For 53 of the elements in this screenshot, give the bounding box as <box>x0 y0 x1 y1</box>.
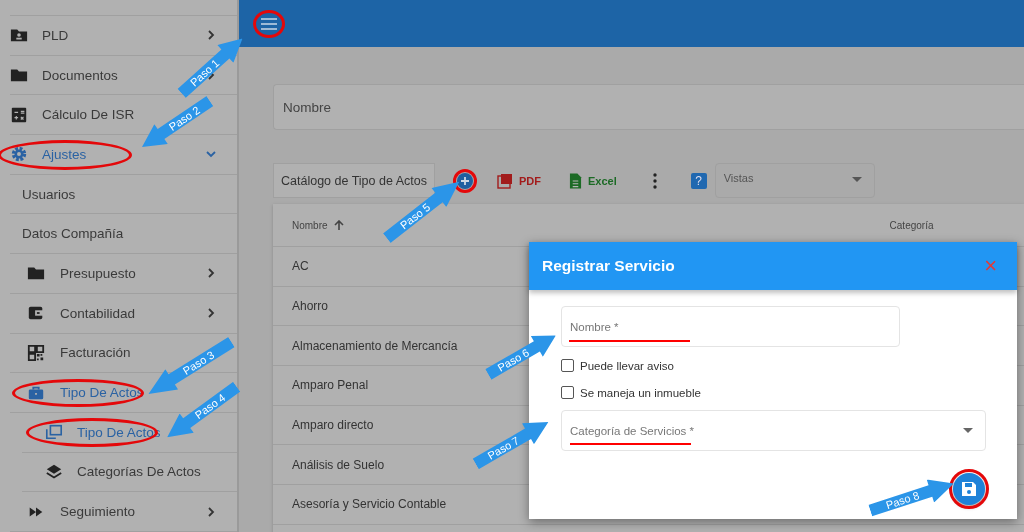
sidebar-item[interactable]: Categorías De Actos <box>77 464 201 480</box>
qr-icon <box>27 343 45 362</box>
checkbox-label: Se maneja un inmueble <box>580 386 701 399</box>
library-icon <box>45 423 63 442</box>
name-input-field[interactable]: Nombre * <box>561 306 900 347</box>
checkbox[interactable] <box>561 386 574 399</box>
sidebar-item[interactable]: Contabilidad <box>60 305 136 321</box>
name-filter-field[interactable]: Nombre <box>273 84 1024 130</box>
table-cell: Almacenamiento de Mercancía <box>292 338 458 353</box>
column-header[interactable]: Nombre <box>292 219 328 231</box>
more-options-icon[interactable] <box>652 172 657 189</box>
sort-up-arrow-icon[interactable] <box>333 220 344 230</box>
sidebar-item[interactable]: Datos Compañía <box>22 226 124 242</box>
table-cell: Amparo Penal <box>292 378 369 393</box>
add-icon[interactable] <box>456 172 473 189</box>
sidebar-item[interactable]: Cálculo De ISR <box>42 107 135 123</box>
menu-icon[interactable] <box>261 17 277 30</box>
dropdown-caret-icon <box>851 177 862 182</box>
chevron-right-icon[interactable] <box>205 267 217 280</box>
category-select[interactable]: Categoría de Servicios * <box>561 410 986 451</box>
chevron-right-icon[interactable] <box>205 307 217 320</box>
column-header[interactable]: Categoría <box>889 219 934 231</box>
table-cell: Asesoría y Servicio Contable <box>292 497 447 512</box>
chevron-right-icon[interactable] <box>205 29 217 42</box>
highlight-circle <box>949 469 989 509</box>
dialog-title: Registrar Servicio <box>542 257 675 275</box>
save-button[interactable] <box>953 473 985 505</box>
dropdown-caret-icon <box>963 428 973 433</box>
sidebar-item[interactable]: Ajustes <box>42 146 87 162</box>
table-cell: Análisis de Suelo <box>292 457 385 472</box>
checkbox[interactable] <box>561 359 574 372</box>
pdf-button[interactable]: PDF <box>496 172 541 189</box>
help-button[interactable]: ? <box>690 172 707 189</box>
calculator-icon <box>10 105 28 124</box>
sidebar-item[interactable]: PLD <box>42 27 69 43</box>
layers-icon <box>45 462 63 481</box>
sidebar-item[interactable]: Documentos <box>42 67 118 83</box>
views-select[interactable]: Vistas <box>714 163 875 198</box>
chevron-right-icon[interactable] <box>205 505 217 518</box>
gear-icon <box>10 145 28 164</box>
table-cell: Amparo directo <box>292 418 374 433</box>
checkbox-label: Puede llevar aviso <box>580 359 674 372</box>
table-cell: AC <box>292 259 309 274</box>
sidebar-item[interactable]: Facturación <box>60 345 131 361</box>
sidebar-item[interactable]: Presupuesto <box>60 265 136 281</box>
pdf-file-icon <box>496 172 513 189</box>
excel-button[interactable]: Excel <box>568 172 617 189</box>
sidebar-item[interactable]: Seguimiento <box>60 504 136 520</box>
spreadsheet-icon <box>568 172 582 189</box>
catalog-title: Catálogo de Tipo de Actos <box>273 163 435 198</box>
table-cell: Ahorro <box>292 299 329 314</box>
highlight-circle <box>253 9 285 38</box>
sidebar-item[interactable]: Usuarios <box>22 186 76 202</box>
